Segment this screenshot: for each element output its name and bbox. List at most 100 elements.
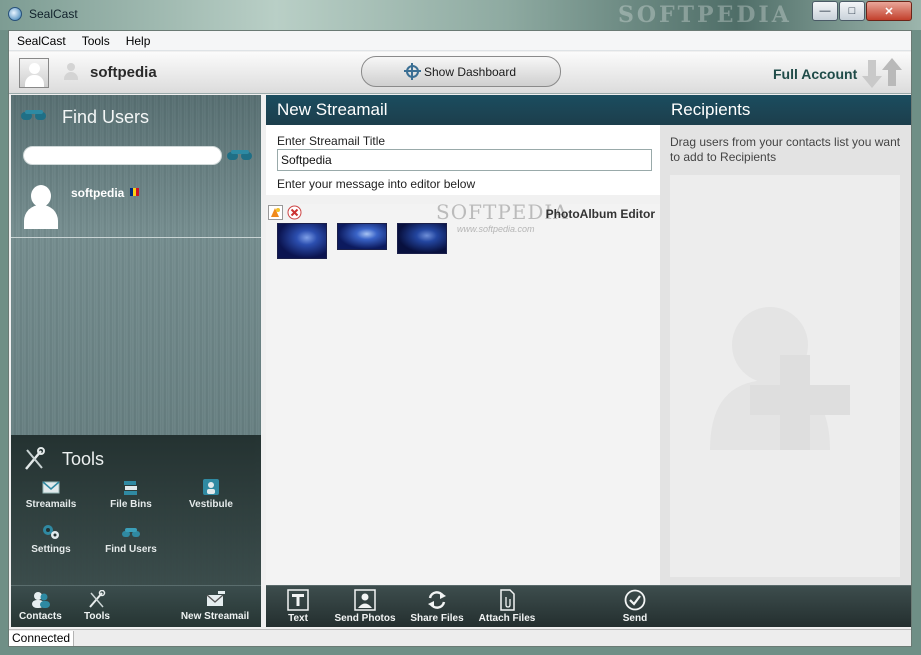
close-button[interactable]: ✕ <box>866 1 912 21</box>
softpedia-url-watermark: www.softpedia.com <box>457 224 535 234</box>
window-title: SealCast <box>29 7 78 21</box>
account-type-label: Full Account <box>773 66 858 82</box>
show-dashboard-button[interactable]: Show Dashboard <box>361 56 561 87</box>
streamail-form: Enter Streamail Title Enter your message… <box>266 125 660 195</box>
send-label: Send <box>622 613 648 624</box>
add-photo-icon[interactable] <box>268 205 283 220</box>
text-button[interactable]: Text <box>283 589 313 624</box>
recipients-hint: Drag users from your contacts list you w… <box>670 135 901 164</box>
contacts-icon <box>32 592 50 608</box>
show-dashboard-label: Show Dashboard <box>423 64 517 79</box>
tool-settings-label: Settings <box>31 544 71 555</box>
document-icon <box>500 589 515 611</box>
wrench-screwdriver-icon <box>89 590 106 608</box>
current-username: softpedia <box>90 64 157 81</box>
status-bar: Connected <box>9 629 911 646</box>
tool-file-bins[interactable]: File Bins <box>99 478 163 510</box>
add-user-icon <box>710 307 850 450</box>
tool-vestibule-label: Vestibule <box>189 499 233 510</box>
recipients-panel: Recipients Drag users from your contacts… <box>660 95 911 585</box>
tab-contacts[interactable]: Contacts <box>19 590 62 622</box>
file-bins-icon <box>124 481 137 495</box>
user-avatar-icon <box>24 185 58 229</box>
find-users-title: Find Users <box>62 107 150 127</box>
menu-bar: SealCast Tools Help <box>9 31 911 51</box>
maximize-button[interactable]: □ <box>839 1 865 21</box>
remove-photo-icon[interactable] <box>287 205 302 220</box>
tool-vestibule[interactable]: Vestibule <box>179 478 243 510</box>
photo-thumbnail[interactable] <box>397 223 447 254</box>
find-users-panel: Find Users softpedia <box>11 95 261 435</box>
search-binoculars-icon[interactable] <box>227 150 252 160</box>
tool-settings[interactable]: Settings <box>19 523 83 555</box>
send-button[interactable]: Send <box>618 589 652 624</box>
crosshair-icon <box>403 63 421 80</box>
share-files-label: Share Files <box>410 613 464 624</box>
text-button-label: Text <box>288 613 308 624</box>
transfer-arrows-icon[interactable] <box>862 58 902 88</box>
send-photos-label: Send Photos <box>334 613 396 624</box>
new-streamail-title: New Streamail <box>277 100 388 119</box>
tab-contacts-label: Contacts <box>19 611 62 622</box>
sidebar-tabs: Contacts Tools New Streamail <box>11 585 261 627</box>
streamail-title-input[interactable] <box>277 149 652 171</box>
title-field-label: Enter Streamail Title <box>277 134 386 148</box>
tab-tools[interactable]: Tools <box>77 590 117 622</box>
menu-help[interactable]: Help <box>118 34 159 48</box>
app-icon <box>8 7 22 21</box>
find-users-header: Find Users <box>11 95 261 139</box>
tool-find-users[interactable]: Find Users <box>99 523 163 555</box>
envelope-icon <box>42 481 60 494</box>
gears-icon <box>43 525 59 539</box>
attach-files-button[interactable]: Attach Files <box>477 589 537 624</box>
photo-thumbnail[interactable] <box>337 223 387 250</box>
maximize-icon: □ <box>848 5 856 17</box>
tool-streamails[interactable]: Streamails <box>19 478 83 510</box>
account-header: softpedia Show Dashboard Full Account <box>9 52 911 94</box>
sync-arrows-icon <box>428 591 446 609</box>
user-search-input[interactable] <box>23 146 222 165</box>
menu-tools[interactable]: Tools <box>74 34 118 48</box>
avatar[interactable] <box>19 58 49 88</box>
tab-new-streamail[interactable]: New Streamail <box>177 590 253 622</box>
photo-album-editor-label: PhotoAlbum Editor <box>545 207 655 221</box>
menu-sealcast[interactable]: SealCast <box>9 34 74 48</box>
tab-tools-label: Tools <box>84 611 110 622</box>
tab-new-streamail-label: New Streamail <box>180 611 250 622</box>
user-list-item[interactable]: softpedia <box>11 175 261 238</box>
editor-hint: Enter your message into editor below <box>277 177 476 191</box>
photo-thumbnail[interactable] <box>277 223 327 259</box>
minimize-button[interactable]: — <box>812 1 838 21</box>
tools-title: Tools <box>62 449 105 469</box>
attach-files-label: Attach Files <box>478 613 536 624</box>
close-icon: ✕ <box>884 5 894 18</box>
recipients-title: Recipients <box>671 100 751 119</box>
new-streamail-panel: New Streamail Enter Streamail Title Ente… <box>266 95 660 585</box>
country-flag-icon <box>130 188 139 196</box>
editor-toolbar: SOFTPEDIA www.softpedia.com PhotoAlbum E… <box>266 200 660 234</box>
recipients-drop-area[interactable] <box>670 175 900 577</box>
vestibule-icon <box>203 479 219 495</box>
compose-toolbar: Text Send Photos Share Files Attach File… <box>266 585 911 627</box>
connection-status: Connected <box>9 631 75 646</box>
binoculars-icon <box>21 110 47 120</box>
app-window: SealCast Tools Help softpedia Show Dashb… <box>8 30 912 647</box>
checkmark-icon <box>624 589 646 611</box>
text-icon <box>287 589 309 611</box>
window-title-bar[interactable]: SealCast SOFTPEDIA — □ ✕ <box>0 0 921 30</box>
photo-icon <box>354 589 376 611</box>
user-name: softpedia <box>71 186 125 200</box>
left-sidebar: Find Users softpedia Tools Streamails Fi… <box>11 95 261 627</box>
wrench-screwdriver-icon <box>25 447 45 470</box>
binoculars-icon <box>122 528 140 537</box>
photo-album-editor[interactable]: SOFTPEDIA www.softpedia.com PhotoAlbum E… <box>266 200 660 585</box>
title-watermark: SOFTPEDIA <box>618 2 792 28</box>
send-photos-button[interactable]: Send Photos <box>332 589 398 624</box>
tools-panel: Tools Streamails File Bins Vestibule Set… <box>11 435 261 585</box>
user-icon <box>64 63 78 81</box>
recipients-header: Recipients <box>660 95 911 125</box>
share-files-button[interactable]: Share Files <box>409 589 465 624</box>
tool-streamails-label: Streamails <box>25 499 77 510</box>
new-streamail-icon <box>206 591 225 606</box>
new-streamail-header: New Streamail <box>266 95 660 125</box>
